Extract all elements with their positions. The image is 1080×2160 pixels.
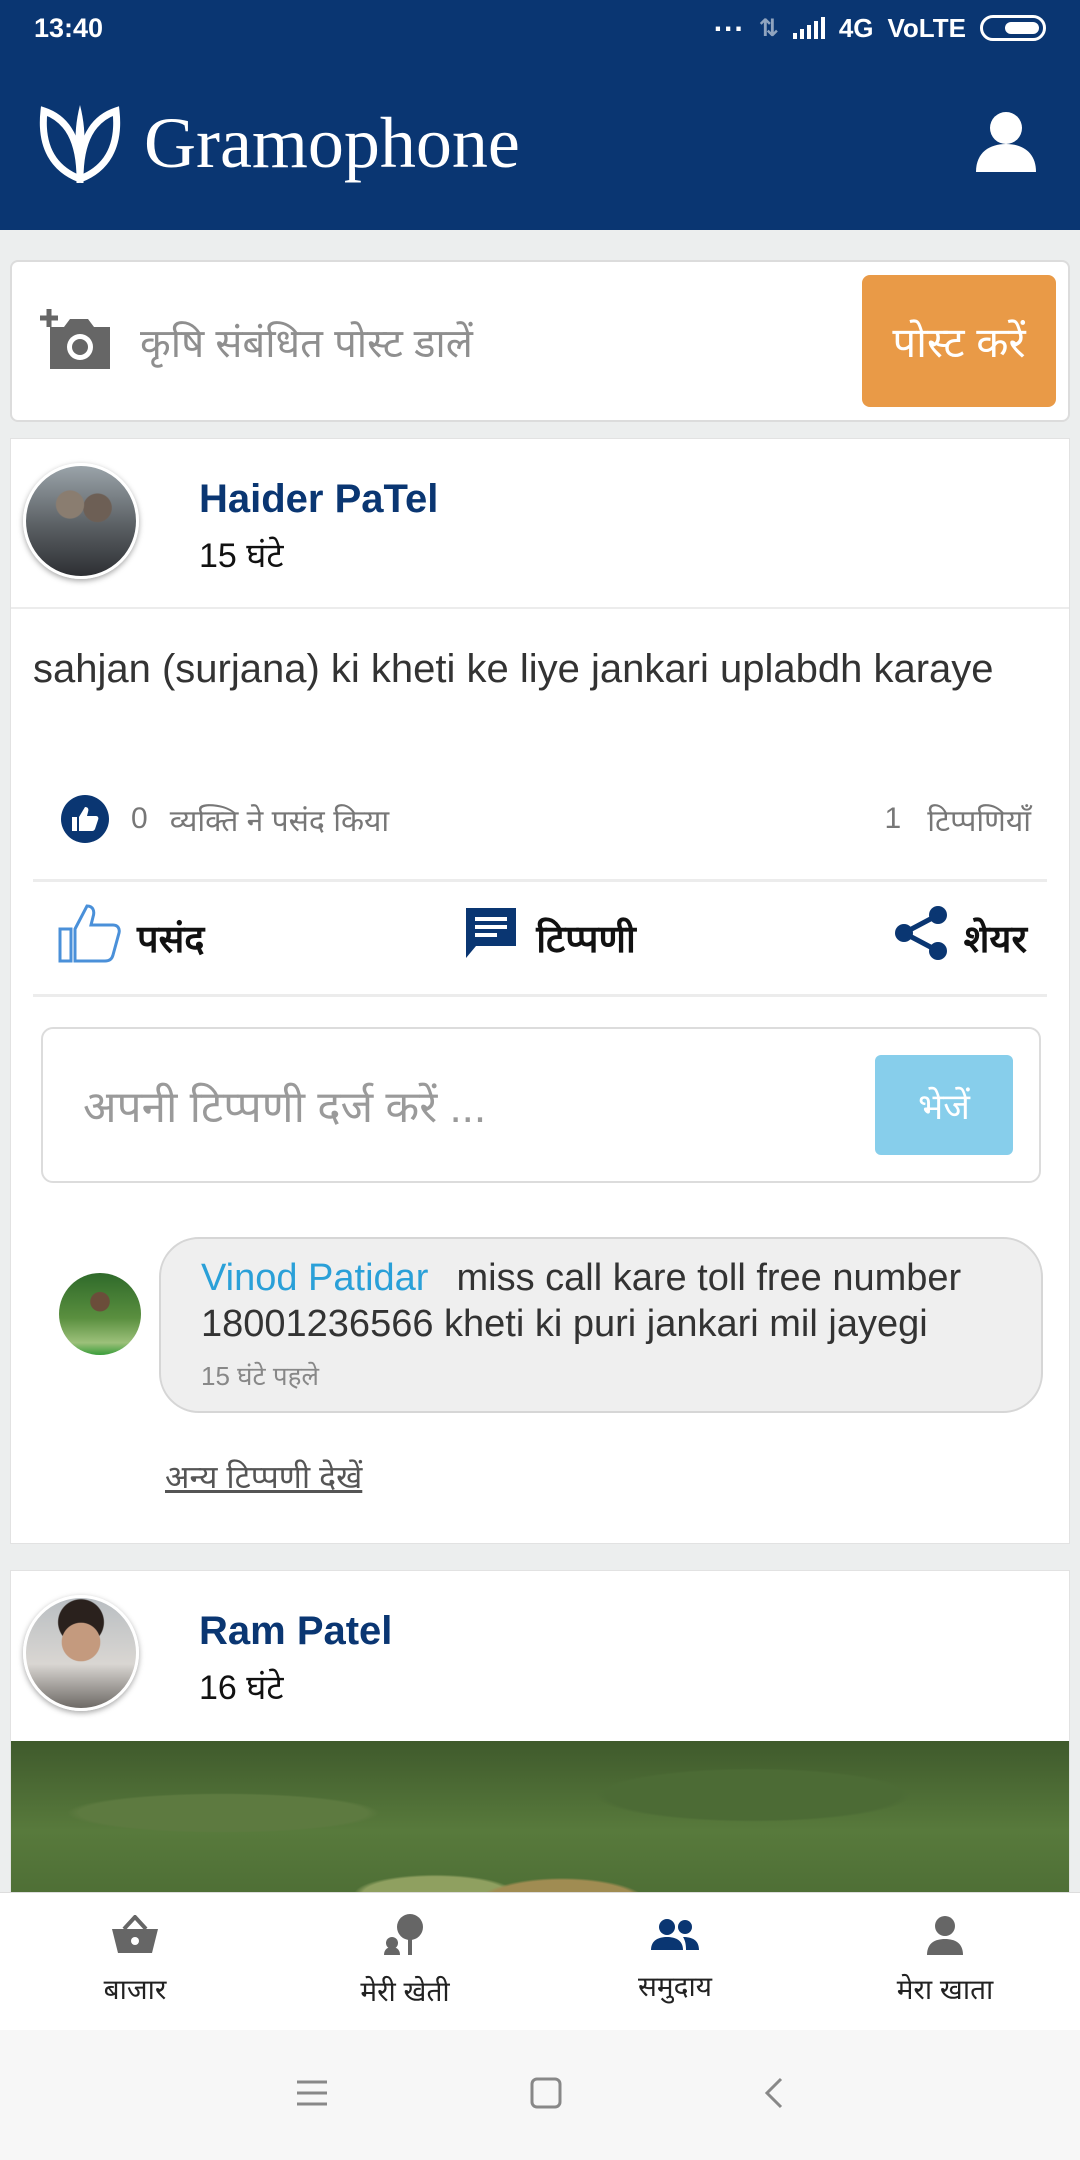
share-icon	[894, 905, 948, 971]
post-input[interactable]: कृषि संबंधित पोस्ट डालें	[122, 314, 862, 369]
comment-input-box: अपनी टिप्पणी दर्ज करें ... भेजें	[41, 1027, 1041, 1183]
bottom-nav: बाजार मेरी खेती समुदाय मेरा खाता	[0, 1892, 1080, 2030]
post-text: sahjan (surjana) ki kheti ke liye jankar…	[33, 647, 994, 691]
comments-count[interactable]: 1	[885, 802, 902, 836]
post-age: 16 घंटे	[199, 1669, 284, 1707]
status-bar: 13:40 ... ⇅ 4G VoLTE	[0, 0, 1080, 56]
thumbs-up-outline-icon	[57, 903, 121, 973]
status-indicators: ... ⇅ 4G VoLTE	[714, 5, 1046, 44]
nav-label: मेरा खाता	[896, 1974, 994, 2005]
post-image[interactable]	[11, 1741, 1069, 1899]
nav-meri-kheti[interactable]: मेरी खेती	[270, 1893, 540, 2030]
nav-label: समुदाय	[637, 1971, 713, 2002]
avatar[interactable]	[23, 1595, 139, 1711]
add-photo-camera-icon	[40, 307, 114, 376]
like-button[interactable]: पसंद	[57, 903, 204, 973]
person-icon	[974, 110, 1038, 177]
system-nav-bar	[0, 2030, 1080, 2160]
share-label: शेयर	[963, 919, 1027, 961]
comment-bubble: Vinod Patidar miss call kare toll free nu…	[159, 1237, 1043, 1413]
farm-tree-icon	[380, 1913, 430, 1964]
share-button[interactable]: शेयर	[894, 905, 1027, 971]
comment-avatar[interactable]	[59, 1273, 141, 1355]
status-time: 13:40	[34, 12, 104, 43]
post-composer: कृषि संबंधित पोस्ट डालें पोस्ट करें	[10, 260, 1070, 422]
send-comment-button[interactable]: भेजें	[875, 1055, 1013, 1155]
likes-label: व्यक्ति ने पसंद किया	[169, 804, 390, 838]
nav-samuday[interactable]: समुदाय	[540, 1893, 810, 2030]
post-author[interactable]: Ram Patel	[199, 1609, 392, 1654]
post-actions: पसंद टिप्पणी शेयर	[33, 879, 1047, 997]
add-photo-button[interactable]	[32, 301, 122, 381]
nav-label: बाजार	[103, 1974, 167, 2005]
post-header: Haider PaTel 15 घंटे	[11, 439, 1069, 609]
comment-line: Vinod Patidar miss call kare toll free nu…	[201, 1255, 1001, 1347]
post-age: 15 घंटे	[199, 537, 284, 575]
battery-icon	[980, 15, 1046, 41]
avatar[interactable]	[23, 463, 139, 579]
comment-input[interactable]: अपनी टिप्पणी दर्ज करें ...	[83, 1075, 875, 1135]
back-icon[interactable]	[763, 2076, 785, 2115]
data-arrows-icon: ⇅	[758, 14, 779, 42]
account-icon	[925, 1915, 965, 1962]
basket-icon	[110, 1914, 160, 1962]
comment-label: टिप्पणी	[536, 919, 636, 961]
thumbs-up-badge-icon	[61, 795, 109, 843]
leaf-logo-icon	[34, 99, 126, 188]
app-title: Gramophone	[144, 102, 520, 183]
post-card: Haider PaTel 15 घंटे sahjan (surjana) ki…	[10, 438, 1070, 1544]
profile-button[interactable]	[966, 103, 1046, 183]
more-dots-icon: ...	[713, 5, 745, 38]
network-type: 4G	[838, 12, 874, 43]
comments-label[interactable]: टिप्पणियाँ	[927, 799, 1031, 840]
comment-button[interactable]: टिप्पणी	[462, 904, 636, 972]
app-header: Gramophone	[0, 56, 1080, 230]
more-comments-link[interactable]: अन्य टिप्पणी देखें	[165, 1455, 362, 1498]
home-icon[interactable]	[529, 2076, 563, 2115]
comment-time: 15 घंटे पहले	[201, 1361, 320, 1391]
brand: Gramophone	[34, 99, 520, 188]
post-author[interactable]: Haider PaTel	[199, 477, 438, 522]
signal-icon	[792, 17, 825, 39]
nav-label: मेरी खेती	[360, 1976, 450, 2007]
post-stats: 0 व्यक्ति ने पसंद किया 1 टिप्पणियाँ	[61, 789, 1031, 849]
likes-count: 0	[131, 802, 148, 835]
nav-mera-khata[interactable]: मेरा खाता	[810, 1893, 1080, 2030]
post-button[interactable]: पोस्ट करें	[862, 275, 1056, 407]
post-card: Ram Patel 16 घंटे	[10, 1570, 1070, 1900]
nav-bazaar[interactable]: बाजार	[0, 1893, 270, 2030]
comment-icon	[462, 904, 520, 972]
people-icon	[650, 1918, 700, 1959]
post-header: Ram Patel 16 घंटे	[11, 1571, 1069, 1741]
comment-author[interactable]: Vinod Patidar	[201, 1257, 428, 1299]
volte-label: VoLTE	[887, 12, 966, 43]
menu-icon[interactable]	[295, 2079, 329, 2112]
like-label: पसंद	[137, 919, 205, 961]
